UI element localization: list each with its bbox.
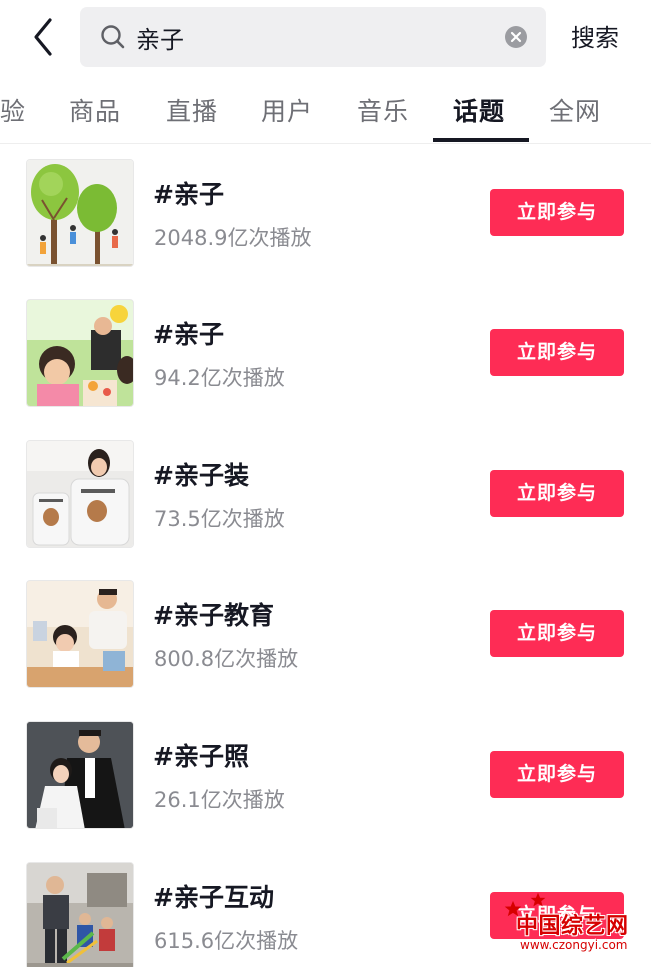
join-button[interactable]: 立即参与 — [490, 470, 624, 517]
topic-play-count: 2048.9亿次播放 — [154, 226, 312, 250]
site-watermark: 中国综艺网 www.czongyi.com — [502, 892, 642, 960]
tab-live[interactable]: 直播 — [166, 92, 218, 128]
category-tabs: 验 商品 直播 用户 音乐 话题 全网 — [0, 78, 651, 144]
topic-thumbnail — [26, 299, 134, 407]
active-tab-indicator — [433, 138, 529, 142]
topic-play-count: 26.1亿次播放 — [154, 788, 285, 812]
tab-web[interactable]: 全网 — [549, 92, 601, 128]
topic-title: #亲子教育 — [153, 601, 274, 630]
tab-experience[interactable]: 验 — [0, 92, 26, 128]
topic-title: #亲子照 — [153, 742, 249, 771]
search-input[interactable] — [136, 15, 506, 59]
tab-music[interactable]: 音乐 — [357, 92, 409, 128]
search-header: 搜索 — [0, 0, 651, 78]
topic-play-count: 800.8亿次播放 — [154, 647, 299, 671]
list-item[interactable]: #亲子装 73.5亿次播放 立即参与 — [0, 426, 651, 566]
watermark-url: www.czongyi.com — [520, 938, 628, 952]
topic-play-count: 94.2亿次播放 — [154, 366, 285, 390]
list-item[interactable]: #亲子 2048.9亿次播放 立即参与 — [0, 145, 651, 285]
clear-icon — [510, 31, 522, 43]
topic-thumbnail — [26, 862, 134, 967]
topic-play-count: 615.6亿次播放 — [154, 929, 299, 953]
topic-title: #亲子装 — [153, 461, 249, 490]
topic-title: #亲子 — [153, 320, 224, 349]
tab-products[interactable]: 商品 — [69, 92, 121, 128]
topic-thumbnail — [26, 721, 134, 829]
topic-thumbnail — [26, 159, 134, 267]
join-button[interactable]: 立即参与 — [490, 751, 624, 798]
star-icon — [530, 892, 546, 907]
search-bar[interactable] — [80, 7, 546, 67]
topic-thumbnail — [26, 440, 134, 548]
watermark-title: 中国综艺网 — [516, 914, 629, 939]
join-button[interactable]: 立即参与 — [490, 189, 624, 236]
join-button[interactable]: 立即参与 — [490, 610, 624, 657]
tab-users[interactable]: 用户 — [261, 92, 313, 128]
topic-thumbnail — [26, 580, 134, 688]
search-icon — [101, 25, 125, 49]
clear-search-button[interactable] — [505, 26, 527, 48]
join-button[interactable]: 立即参与 — [490, 329, 624, 376]
back-button[interactable] — [26, 16, 60, 58]
topic-play-count: 73.5亿次播放 — [154, 507, 285, 531]
chevron-left-icon — [34, 18, 52, 56]
list-item[interactable]: #亲子教育 800.8亿次播放 立即参与 — [0, 566, 651, 706]
topic-title: #亲子 — [153, 180, 224, 209]
topic-title: #亲子互动 — [153, 883, 274, 912]
list-item[interactable]: #亲子照 26.1亿次播放 立即参与 — [0, 707, 651, 847]
tab-topics[interactable]: 话题 — [453, 92, 505, 128]
search-button[interactable]: 搜索 — [571, 18, 619, 53]
list-item[interactable]: #亲子 94.2亿次播放 立即参与 — [0, 285, 651, 425]
